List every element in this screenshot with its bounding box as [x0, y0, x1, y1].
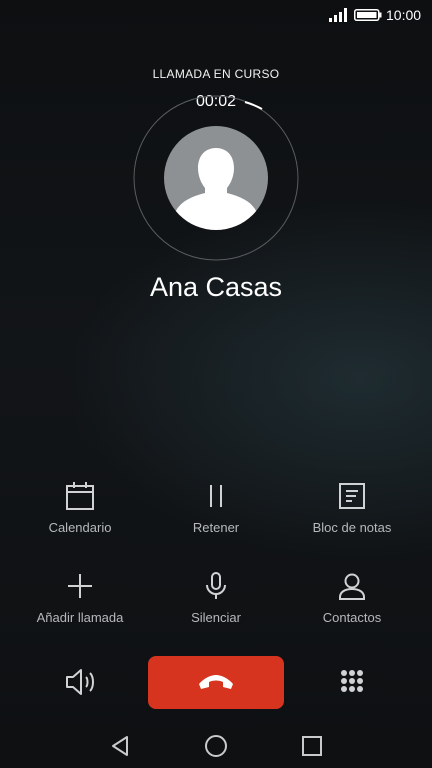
mute-label: Silenciar: [191, 610, 241, 625]
calendar-label: Calendario: [48, 520, 112, 535]
contact-avatar: [164, 126, 268, 230]
person-icon: [339, 573, 365, 600]
notepad-label: Bloc de notas: [312, 520, 392, 535]
plus-icon: [68, 574, 92, 598]
pause-icon: [210, 485, 222, 507]
recents-square-icon[interactable]: [300, 734, 324, 758]
call-status-label: LLAMADA EN CURSO: [152, 67, 280, 81]
calendar-button[interactable]: Calendario: [8, 480, 152, 552]
contact-name: Ana Casas: [149, 272, 283, 302]
person-silhouette-icon: [175, 148, 257, 230]
add-call-button[interactable]: Añadir llamada: [8, 570, 152, 642]
battery-icon: [354, 9, 382, 21]
dialpad-icon[interactable]: [334, 664, 370, 700]
home-circle-icon[interactable]: [204, 734, 228, 758]
microphone-icon: [206, 572, 226, 599]
hold-label: Retener: [192, 520, 240, 535]
speaker-icon[interactable]: [62, 664, 98, 700]
calendar-icon: [66, 482, 94, 510]
back-triangle-icon[interactable]: [108, 734, 132, 758]
signal-strength-icon: [329, 8, 347, 22]
contacts-label: Contactos: [322, 610, 382, 625]
notepad-button[interactable]: Bloc de notas: [280, 480, 424, 552]
hang-up-icon: [199, 675, 233, 689]
end-call-button[interactable]: [148, 656, 284, 709]
contacts-button[interactable]: Contactos: [280, 570, 424, 642]
mute-button[interactable]: Silenciar: [144, 570, 288, 642]
notepad-icon: [339, 483, 365, 509]
add-call-label: Añadir llamada: [36, 610, 124, 625]
hold-button[interactable]: Retener: [144, 480, 288, 552]
status-bar: 10:00: [0, 0, 432, 30]
status-clock: 10:00: [386, 7, 422, 23]
